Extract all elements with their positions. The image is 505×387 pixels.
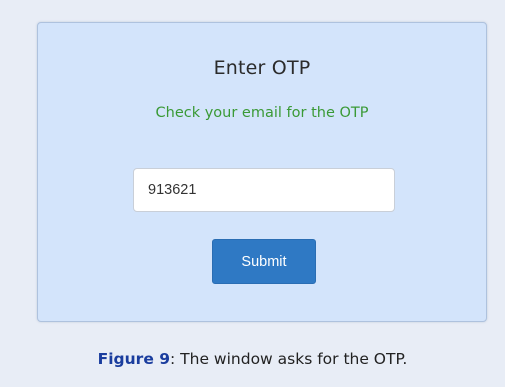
dialog-title: Enter OTP [213,57,311,79]
otp-dialog: Enter OTP Check your email for the OTP S… [37,22,487,322]
figure-caption-label: Figure 9 [97,350,171,368]
submit-button[interactable]: Submit [212,239,316,284]
dialog-subtitle: Check your email for the OTP [155,105,369,121]
figure-caption-text: : The window asks for the OTP. [170,350,408,368]
otp-input[interactable] [133,168,395,212]
figure-caption: Figure 9: The window asks for the OTP. [0,350,505,368]
